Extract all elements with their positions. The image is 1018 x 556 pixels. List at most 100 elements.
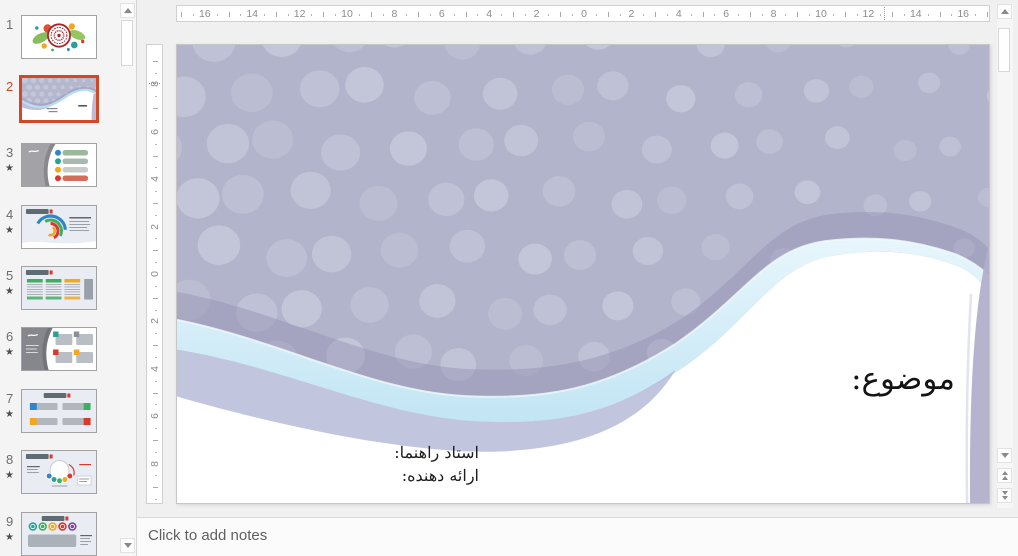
scroll-up-button[interactable] <box>120 3 135 18</box>
ruler-tick <box>155 167 157 169</box>
ruler-tick <box>155 191 157 193</box>
thumbnail-item: 5 ★ <box>0 266 137 318</box>
ruler-tick <box>155 333 157 335</box>
ruler-tick <box>595 14 597 16</box>
ruler-tick <box>370 12 372 17</box>
ruler-number: 0 <box>149 271 161 277</box>
ruler-tick <box>690 14 692 16</box>
ruler-tick <box>155 499 157 501</box>
credit-line-supervisor: استاد راهنما: <box>394 443 479 462</box>
ruler-tick <box>619 14 621 16</box>
triangle-down-icon <box>1000 453 1009 458</box>
slide-number-label: 6 <box>6 329 14 344</box>
scrollbar-thumb[interactable] <box>998 28 1010 72</box>
ruler-tick <box>844 12 846 17</box>
ruler-number: 10 <box>815 8 827 20</box>
animation-star-icon: ★ <box>5 225 14 236</box>
scrollbar-thumb[interactable] <box>121 20 133 66</box>
thumbnail-scrollbar[interactable] <box>120 0 136 556</box>
notes-placeholder: Click to add notes <box>148 527 268 544</box>
triangle-up-icon <box>123 8 132 13</box>
ruler-tick <box>749 12 751 17</box>
ruler-number: 10 <box>341 8 353 20</box>
slide-credits-textbox[interactable]: استاد راهنما: ارائه دهنده: <box>394 441 479 487</box>
ruler-number: 4 <box>675 8 682 20</box>
slide-thumbnail-2[interactable] <box>19 75 99 123</box>
thumbnail-art <box>22 144 96 186</box>
slide-thumbnail-7[interactable] <box>21 389 97 433</box>
ruler-number: 12 <box>862 8 875 20</box>
ruler-tick <box>738 14 740 16</box>
ruler-tick <box>335 14 337 16</box>
ruler-number: 4 <box>486 8 493 20</box>
next-slide-button[interactable] <box>997 488 1012 503</box>
main-scrollbar[interactable] <box>997 4 1013 508</box>
thumbnail-art <box>22 390 96 432</box>
ruler-tick <box>951 14 953 16</box>
slide-thumbnail-1[interactable] <box>21 15 97 59</box>
horizontal-ruler: 16 14 12 10 8 6 4 2 0 2 4 6 8 10 12 14 16 <box>176 5 990 22</box>
thumbnail-item: 3 ★ <box>0 143 137 195</box>
ruler-tick <box>939 12 941 17</box>
scroll-up-button[interactable] <box>997 4 1012 19</box>
vertical-ruler: 8 6 4 2 0 2 4 6 8 <box>146 44 163 504</box>
slide-number-label: 5 <box>6 268 14 283</box>
scroll-down-button[interactable] <box>120 538 135 553</box>
ruler-tick <box>797 12 799 17</box>
ruler-tick <box>892 12 894 17</box>
thumbnail-item: 4 ★ <box>0 205 137 257</box>
slide-thumbnail-9[interactable] <box>21 512 97 556</box>
thumbnail-item: 8 ★ <box>0 450 137 502</box>
animation-star-icon: ★ <box>5 286 14 297</box>
ruler-tick <box>453 14 455 16</box>
ruler-tick <box>153 439 158 441</box>
powerpoint-editing-window: 1 2 3 ★ 4 ★ 5 ★ 6 ★ 7 ★ 8 ★ 9 ★ 16 14 12… <box>0 0 1018 556</box>
previous-slide-button[interactable] <box>997 468 1012 483</box>
slide-title-textbox[interactable]: موضوع: <box>851 361 955 397</box>
ruler-tick <box>181 12 183 17</box>
thumbnail-art <box>22 16 96 58</box>
ruler-tick <box>228 12 230 17</box>
slide-number-label: 1 <box>6 17 14 32</box>
thumbnail-art <box>22 513 96 555</box>
ruler-number: 2 <box>149 318 161 325</box>
ruler-tick <box>287 14 289 16</box>
slide-number-label: 7 <box>6 391 14 406</box>
notes-pane[interactable]: Click to add notes <box>137 517 1018 556</box>
scroll-down-button[interactable] <box>997 448 1012 463</box>
ruler-tick <box>155 428 157 430</box>
ruler-tick <box>785 14 787 16</box>
slide-thumbnail-3[interactable] <box>21 143 97 187</box>
slide-thumbnail-8[interactable] <box>21 450 97 494</box>
ruler-number: 2 <box>628 8 635 20</box>
slide-thumbnail-5[interactable] <box>21 266 97 310</box>
ruler-number: 6 <box>438 8 445 20</box>
thumbnail-art <box>22 206 96 248</box>
slide-thumbnail-4[interactable] <box>21 205 97 249</box>
ruler-number: 14 <box>246 8 259 20</box>
ruler-tick <box>655 12 657 17</box>
ruler-number: 6 <box>723 8 730 20</box>
ruler-tick <box>155 309 157 311</box>
ruler-tick <box>155 238 157 240</box>
ruler-tick <box>155 404 157 406</box>
ruler-tick <box>524 14 526 16</box>
ruler-number: 2 <box>533 8 540 20</box>
slide-thumbnail-6[interactable] <box>21 327 97 371</box>
slide-number-label: 4 <box>6 207 14 222</box>
thumbnail-art <box>22 78 96 120</box>
ruler-tick <box>975 14 977 16</box>
ruler-number: 0 <box>581 8 587 20</box>
ruler-tick <box>666 14 668 16</box>
ruler-tick <box>856 14 858 16</box>
ruler-number: 16 <box>198 8 211 20</box>
ruler-tick <box>832 14 834 16</box>
slide-canvas[interactable]: موضوع: استاد راهنما: ارائه دهنده: <box>176 44 990 504</box>
ruler-tick <box>155 356 157 358</box>
animation-star-icon: ★ <box>5 532 14 543</box>
ruler-tick <box>153 155 158 157</box>
ruler-tick <box>264 14 266 16</box>
ruler-tick <box>714 14 716 16</box>
thumbnail-item: 2 <box>0 75 137 129</box>
ruler-tick <box>155 262 157 264</box>
